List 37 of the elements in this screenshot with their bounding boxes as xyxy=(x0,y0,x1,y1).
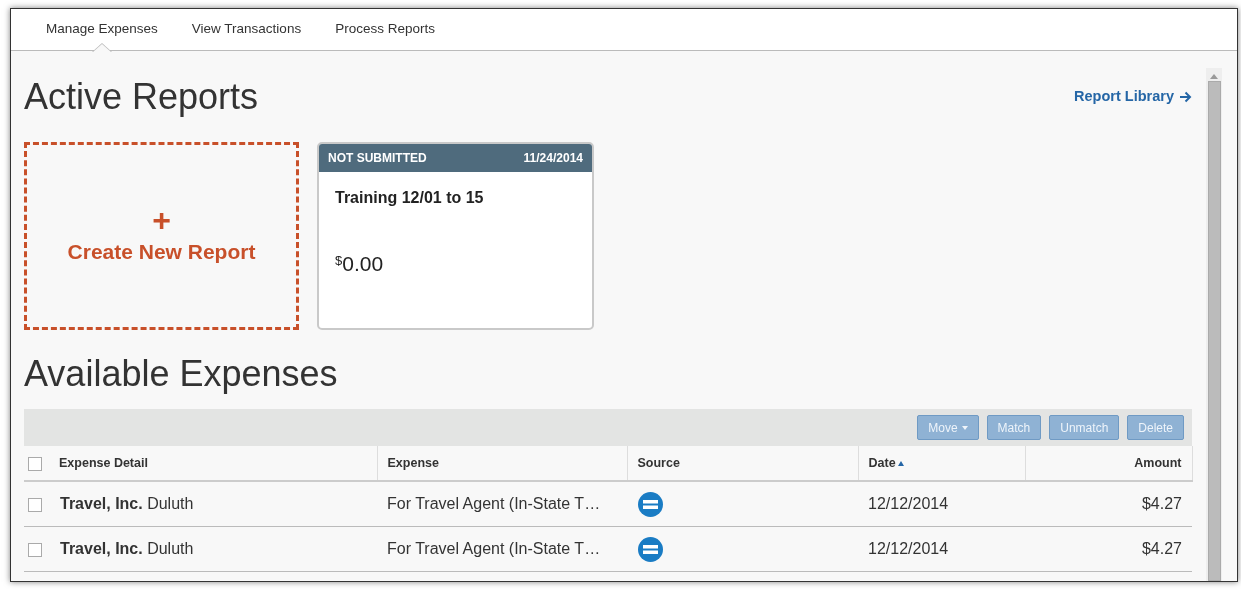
credit-card-icon xyxy=(638,491,663,517)
sort-ascending-icon xyxy=(897,461,904,467)
table-cell: For Travel Agent (In-State T… xyxy=(377,526,627,572)
report-card[interactable]: NOT SUBMITTED 11/24/2014 Training 12/01 to 15 $^{$}$0.00 xyxy=(317,142,594,331)
report-status: NOT SUBMITTED xyxy=(328,150,427,168)
checkbox[interactable] xyxy=(28,456,42,471)
scrollbar-thumb[interactable] xyxy=(1207,81,1221,581)
scroll-up-icon[interactable] xyxy=(1210,73,1218,79)
table-cell: $4.27 xyxy=(1025,481,1192,527)
report-name: Training 12/01 to 15 xyxy=(334,188,485,209)
report-amount: $^{$}$0.00 xyxy=(335,252,384,276)
section-title: Available Expenses xyxy=(24,352,339,396)
table-cell: 12/12/2014 xyxy=(858,526,1025,572)
table-cell: 12/12/2014 xyxy=(858,481,1025,527)
column-header: Expense xyxy=(377,446,627,482)
column-header: Expense Detail xyxy=(59,456,148,470)
plus-icon: + xyxy=(152,204,171,237)
expense-detail: Travel, Inc. Duluth xyxy=(60,495,194,513)
tab[interactable]: View Transactions xyxy=(174,9,319,51)
expense-detail: Travel, Inc. Duluth xyxy=(60,539,194,557)
report-date: 11/24/2014 xyxy=(523,150,583,168)
tab[interactable]: Process Reports xyxy=(318,9,452,51)
report-library-link[interactable]: Report Library xyxy=(1074,85,1192,108)
checkbox[interactable] xyxy=(28,497,42,512)
tab[interactable]: Manage Expenses xyxy=(29,9,175,51)
table-cell: For Travel Agent (In-State T… xyxy=(377,481,627,527)
credit-card-icon xyxy=(638,536,663,562)
section-title: Active Reports xyxy=(24,75,259,119)
create-report-label: Create New Report xyxy=(67,239,256,266)
arrow-right-icon xyxy=(1179,90,1192,103)
column-header: Amount xyxy=(1025,446,1192,482)
table-cell: $4.27 xyxy=(1025,526,1192,572)
column-header: Source xyxy=(627,446,858,482)
create-report-tile[interactable]: + Create New Report xyxy=(24,142,299,331)
caret-icon xyxy=(961,425,968,430)
column-header[interactable]: Date xyxy=(858,446,1025,482)
checkbox[interactable] xyxy=(28,542,42,557)
